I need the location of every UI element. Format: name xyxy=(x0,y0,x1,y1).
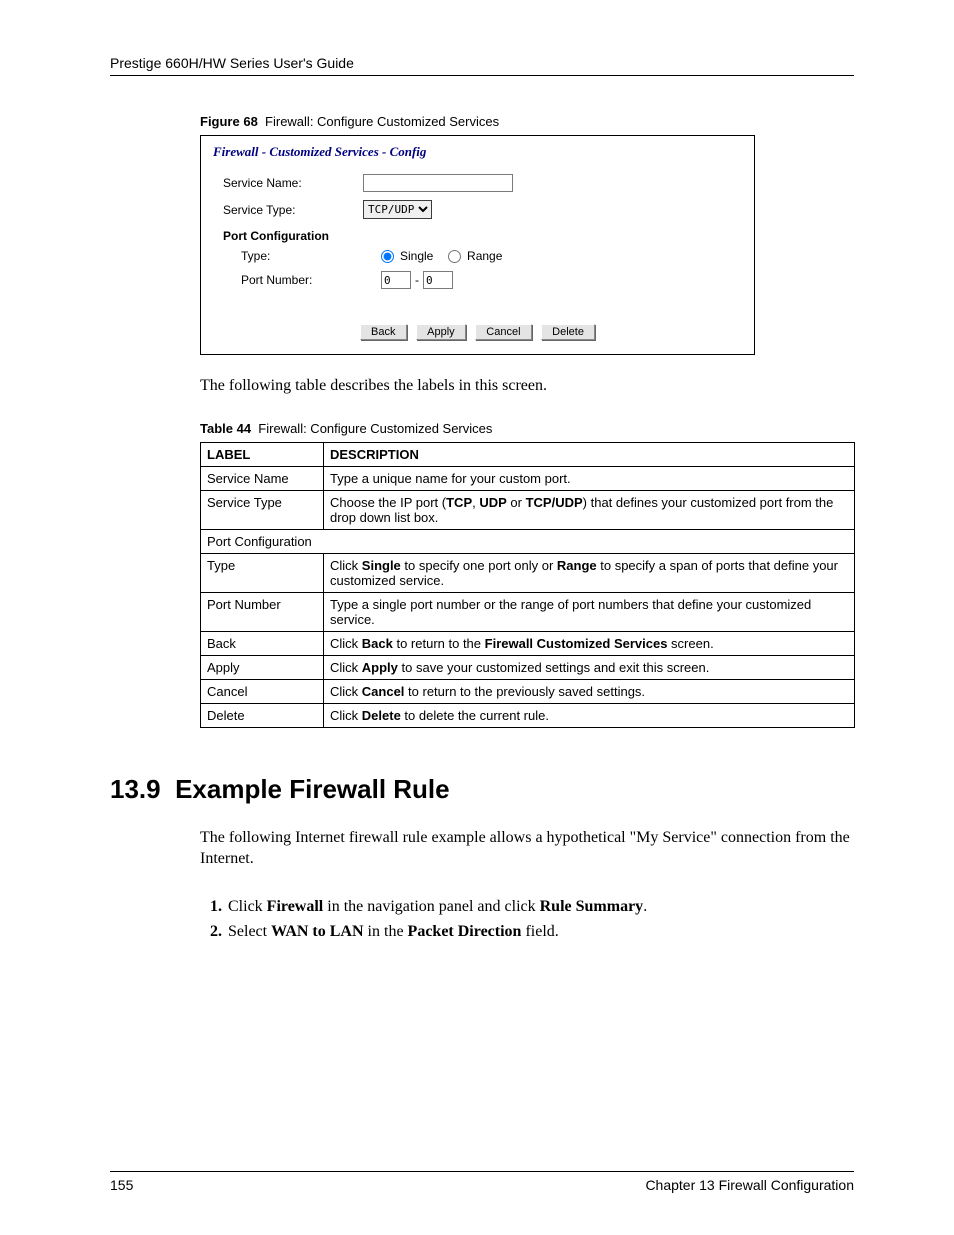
table-caption-text: Firewall: Configure Customized Services xyxy=(258,421,492,436)
page-number: 155 xyxy=(110,1177,133,1193)
table-row: BackClick Back to return to the Firewall… xyxy=(201,631,855,655)
delete-button[interactable]: Delete xyxy=(541,324,595,340)
cell-desc: Type a single port number or the range o… xyxy=(324,592,855,631)
th-desc: DESCRIPTION xyxy=(324,442,855,466)
table-label: Table 44 xyxy=(200,421,251,436)
cell-desc: Choose the IP port (TCP, UDP or TCP/UDP)… xyxy=(324,490,855,529)
service-name-input[interactable] xyxy=(363,174,513,192)
section-heading: 13.9 Example Firewall Rule xyxy=(110,774,854,805)
table-row: Port Configuration xyxy=(201,529,855,553)
radio-single[interactable] xyxy=(381,250,394,263)
cell-label: Service Type xyxy=(201,490,324,529)
radio-range[interactable] xyxy=(448,250,461,263)
cell-label: Service Name xyxy=(201,466,324,490)
cell-desc: Click Delete to delete the current rule. xyxy=(324,703,855,727)
cell-label: Back xyxy=(201,631,324,655)
table-row: DeleteClick Delete to delete the current… xyxy=(201,703,855,727)
table-caption: Table 44 Firewall: Configure Customized … xyxy=(200,421,854,436)
figure-panel: Firewall - Customized Services - Config … xyxy=(200,135,755,355)
radio-range-label: Range xyxy=(467,249,502,263)
table-row: Port NumberType a single port number or … xyxy=(201,592,855,631)
table-row: TypeClick Single to specify one port onl… xyxy=(201,553,855,592)
service-type-select[interactable]: TCP/UDP xyxy=(363,200,432,219)
section-paragraph: The following Internet firewall rule exa… xyxy=(200,827,854,870)
port-number-label: Port Number: xyxy=(223,273,381,287)
chapter-label: Chapter 13 Firewall Configuration xyxy=(645,1177,854,1193)
table-row: CancelClick Cancel to return to the prev… xyxy=(201,679,855,703)
step-item: Select WAN to LAN in the Packet Directio… xyxy=(226,919,854,945)
service-name-label: Service Name: xyxy=(223,176,363,190)
port-config-heading: Port Configuration xyxy=(223,229,754,243)
th-label: LABEL xyxy=(201,442,324,466)
cell-label: Type xyxy=(201,553,324,592)
cell-label: Cancel xyxy=(201,679,324,703)
back-button[interactable]: Back xyxy=(360,324,406,340)
cell-desc: Click Cancel to return to the previously… xyxy=(324,679,855,703)
intro-paragraph: The following table describes the labels… xyxy=(200,375,854,397)
radio-single-label: Single xyxy=(400,249,433,263)
description-table: LABEL DESCRIPTION Service NameType a uni… xyxy=(200,442,855,728)
cell-desc: Click Apply to save your customized sett… xyxy=(324,655,855,679)
page-footer: 155 Chapter 13 Firewall Configuration xyxy=(110,1171,854,1193)
steps-list: Click Firewall in the navigation panel a… xyxy=(200,894,854,945)
cell-label: Port Number xyxy=(201,592,324,631)
table-row: Service NameType a unique name for your … xyxy=(201,466,855,490)
section-number: 13.9 xyxy=(110,774,161,804)
cell-desc: Type a unique name for your custom port. xyxy=(324,466,855,490)
step-item: Click Firewall in the navigation panel a… xyxy=(226,894,854,920)
cell-label: Delete xyxy=(201,703,324,727)
figure-caption: Figure 68 Firewall: Configure Customized… xyxy=(200,114,854,129)
table-row: Service TypeChoose the IP port (TCP, UDP… xyxy=(201,490,855,529)
figure-caption-text: Firewall: Configure Customized Services xyxy=(265,114,499,129)
type-label: Type: xyxy=(223,249,381,263)
table-row: ApplyClick Apply to save your customized… xyxy=(201,655,855,679)
panel-title: Firewall - Customized Services - Config xyxy=(201,144,754,164)
cancel-button[interactable]: Cancel xyxy=(475,324,531,340)
cell-label: Apply xyxy=(201,655,324,679)
running-header: Prestige 660H/HW Series User's Guide xyxy=(110,55,854,76)
apply-button[interactable]: Apply xyxy=(416,324,466,340)
section-title: Example Firewall Rule xyxy=(175,774,450,804)
cell-desc: Click Single to specify one port only or… xyxy=(324,553,855,592)
port-from-input[interactable] xyxy=(381,271,411,289)
cell-span: Port Configuration xyxy=(201,529,855,553)
port-dash: - xyxy=(415,273,419,287)
port-to-input[interactable] xyxy=(423,271,453,289)
cell-desc: Click Back to return to the Firewall Cus… xyxy=(324,631,855,655)
figure-label: Figure 68 xyxy=(200,114,258,129)
service-type-label: Service Type: xyxy=(223,203,363,217)
